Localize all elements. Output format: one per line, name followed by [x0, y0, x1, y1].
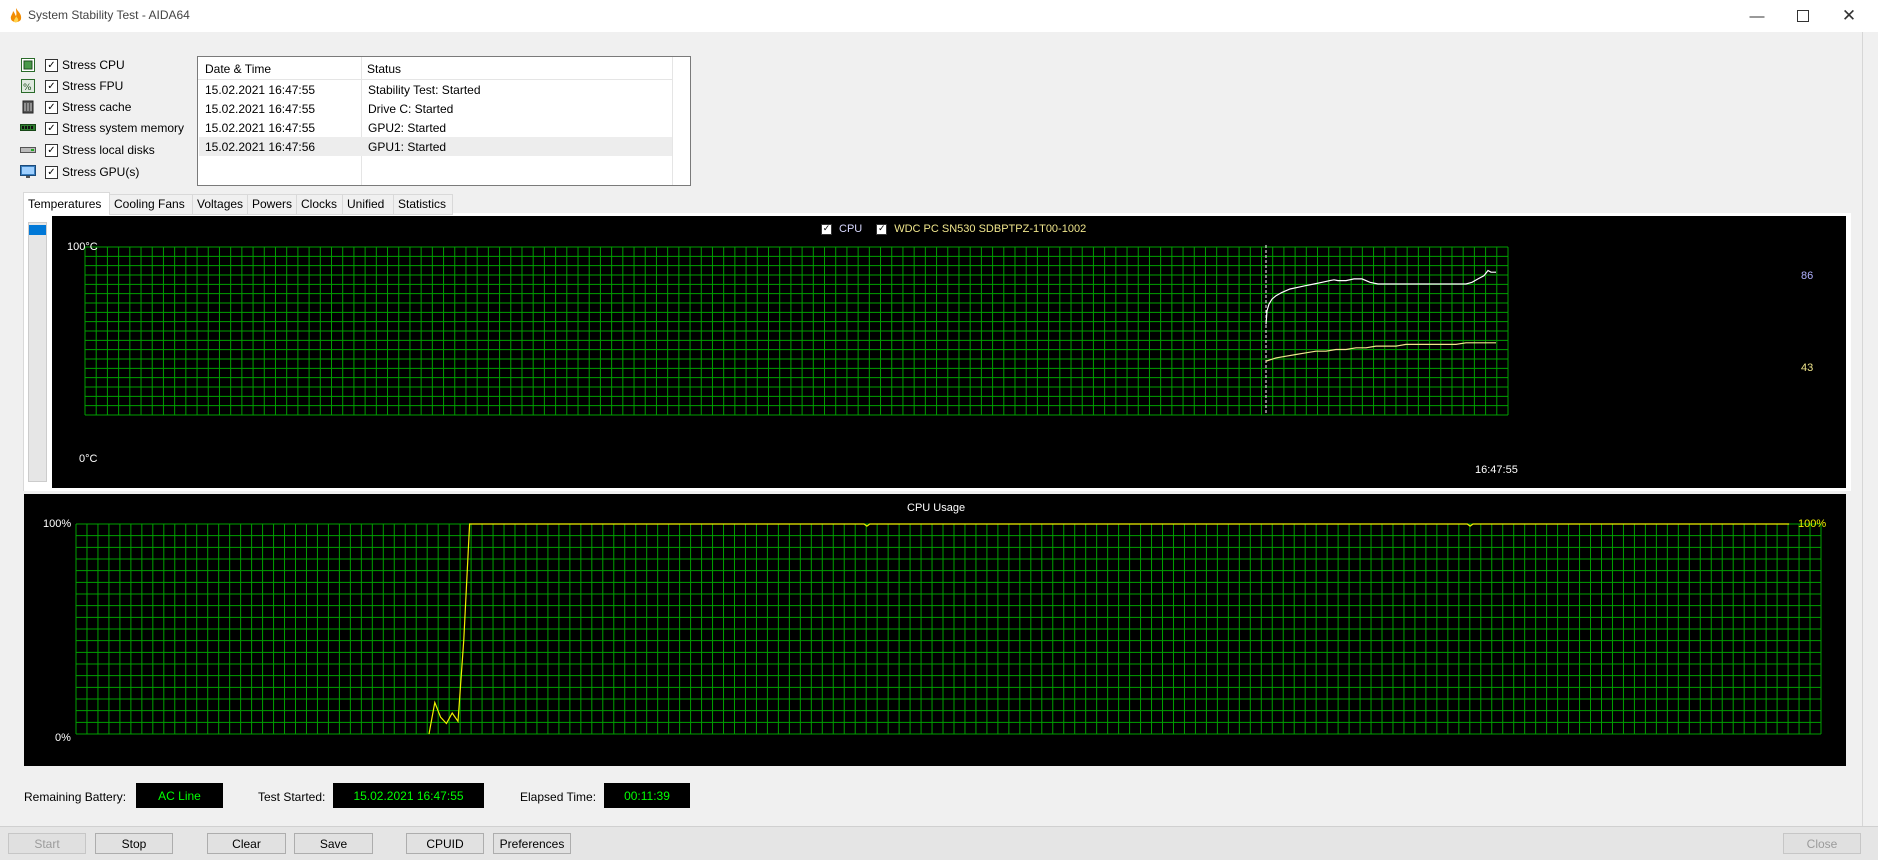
- sensor-scroll-thumb[interactable]: [29, 225, 46, 235]
- stress-memory-label: Stress system memory: [62, 121, 185, 135]
- elapsed-time-label: Elapsed Time:: [520, 790, 597, 804]
- log-status: GPU2: Started: [368, 121, 447, 135]
- cpu-temp-value-label: 86: [1801, 270, 1814, 282]
- window-title: System Stability Test - AIDA64: [28, 8, 190, 22]
- preferences-button[interactable]: Preferences: [493, 833, 571, 854]
- tab-clocks[interactable]: Clocks: [296, 194, 344, 215]
- log-datetime: 15.02.2021 16:47:56: [205, 140, 316, 154]
- tab-cooling-fans[interactable]: Cooling Fans: [109, 194, 193, 215]
- temp-time-label: 16:47:55: [1475, 464, 1518, 476]
- log-datetime: 15.02.2021 16:47:55: [205, 83, 316, 97]
- log-status: Stability Test: Started: [368, 83, 481, 97]
- remaining-battery-value: AC Line: [136, 783, 223, 808]
- stress-fpu-option[interactable]: % ✓ Stress FPU: [20, 77, 123, 95]
- stress-gpu-option[interactable]: ✓ Stress GPU(s): [20, 163, 139, 181]
- maximize-button[interactable]: [1780, 0, 1826, 32]
- tab-statistics[interactable]: Statistics: [393, 194, 453, 215]
- minimize-button[interactable]: —: [1734, 0, 1780, 32]
- clear-button[interactable]: Clear: [207, 833, 286, 854]
- stress-disks-label: Stress local disks: [62, 143, 155, 157]
- log-datetime: 15.02.2021 16:47:55: [205, 102, 316, 116]
- minimize-icon: —: [1749, 7, 1765, 25]
- log-scroll-divider: [672, 57, 673, 185]
- stress-fpu-checkbox[interactable]: ✓: [45, 79, 58, 93]
- log-datetime: 15.02.2021 16:47:55: [205, 121, 316, 135]
- sensor-scrollbar[interactable]: [28, 222, 47, 482]
- cpuid-button[interactable]: CPUID: [406, 833, 484, 854]
- stress-cpu-option[interactable]: ✓ Stress CPU: [20, 56, 125, 74]
- window-divider: [1862, 32, 1863, 826]
- stress-cpu-checkbox[interactable]: ✓: [45, 58, 58, 72]
- stress-memory-option[interactable]: ✓ Stress system memory: [20, 119, 184, 137]
- stop-button[interactable]: Stop: [95, 833, 173, 854]
- test-started-label: Test Started:: [258, 790, 326, 804]
- log-status: Drive C: Started: [368, 102, 454, 116]
- title-bar: System Stability Test - AIDA64 — ✕: [0, 0, 1878, 32]
- temperature-graph: ✓ CPU ✓ WDC PC SN530 SDBPTPZ-1T00-1002 1…: [52, 216, 1846, 488]
- remaining-battery-label: Remaining Battery:: [24, 790, 127, 804]
- memory-icon: [20, 121, 36, 135]
- disk-temp-value-label: 43: [1801, 362, 1814, 374]
- disk-icon: [20, 143, 36, 157]
- cpu-temperature-line: [1265, 269, 1496, 325]
- usage-y-min-label: 0%: [55, 732, 71, 744]
- stress-cpu-label: Stress CPU: [62, 58, 125, 72]
- column-header-status[interactable]: Status: [367, 62, 401, 76]
- legend-cpu-label: CPU: [839, 223, 863, 235]
- cache-icon: [20, 100, 36, 114]
- close-button[interactable]: Close: [1783, 833, 1861, 854]
- legend-disk-label: WDC PC SN530 SDBPTPZ-1T00-1002: [894, 223, 1087, 235]
- gpu-icon: [20, 165, 36, 179]
- close-window-button[interactable]: ✕: [1826, 0, 1872, 32]
- log-row[interactable]: 15.02.2021 16:47:55 Stability Test: Star…: [199, 80, 672, 99]
- aida64-flame-icon: [10, 8, 22, 23]
- log-header: Date & Time Status: [198, 57, 672, 80]
- cpu-usage-graph: CPU Usage 100% 0% 100%: [24, 494, 1846, 766]
- stress-cache-label: Stress cache: [62, 100, 132, 114]
- log-row[interactable]: 15.02.2021 16:47:55 Drive C: Started: [199, 99, 672, 118]
- cpu-usage-plot: [75, 523, 1822, 735]
- test-started-value: 15.02.2021 16:47:55: [333, 783, 484, 808]
- stress-disks-checkbox[interactable]: ✓: [45, 143, 58, 157]
- temperature-plot: [84, 245, 1509, 416]
- save-button[interactable]: Save: [294, 833, 373, 854]
- stress-fpu-label: Stress FPU: [62, 79, 124, 93]
- svg-text:%: %: [23, 83, 32, 93]
- start-button[interactable]: Start: [8, 833, 86, 854]
- tab-temperatures[interactable]: Temperatures: [23, 192, 110, 215]
- tab-unified[interactable]: Unified: [342, 194, 394, 215]
- stress-cache-option[interactable]: ✓ Stress cache: [20, 98, 131, 116]
- tab-voltages[interactable]: Voltages: [192, 194, 248, 215]
- column-header-datetime[interactable]: Date & Time: [205, 62, 271, 76]
- disk-temperature-line: [1265, 342, 1496, 362]
- temp-y-min-label: 0°C: [79, 453, 98, 465]
- tab-powers[interactable]: Powers: [247, 194, 297, 215]
- stress-cache-checkbox[interactable]: ✓: [45, 100, 58, 114]
- stress-memory-checkbox[interactable]: ✓: [45, 121, 58, 135]
- cpu-icon: [20, 58, 36, 72]
- usage-value-label: 100%: [1798, 518, 1827, 530]
- log-row-selected[interactable]: 15.02.2021 16:47:56 GPU1: Started: [199, 137, 672, 156]
- stress-gpu-checkbox[interactable]: ✓: [45, 165, 58, 179]
- elapsed-time-value: 00:11:39: [604, 783, 690, 808]
- temperature-legend: ✓ CPU ✓ WDC PC SN530 SDBPTPZ-1T00-1002: [821, 223, 1086, 235]
- log-row[interactable]: 15.02.2021 16:47:55 GPU2: Started: [199, 118, 672, 137]
- cpu-usage-title: CPU Usage: [907, 502, 966, 514]
- close-icon: ✕: [1841, 6, 1857, 25]
- stress-disks-option[interactable]: ✓ Stress local disks: [20, 141, 155, 159]
- maximize-icon: [1797, 10, 1809, 22]
- usage-y-max-label: 100%: [43, 518, 72, 530]
- stress-gpu-label: Stress GPU(s): [62, 165, 140, 179]
- event-log-list[interactable]: Date & Time Status 15.02.2021 16:47:55 S…: [197, 56, 691, 186]
- log-status: GPU1: Started: [368, 140, 447, 154]
- legend-disk-checkbox[interactable]: ✓: [876, 223, 888, 235]
- legend-cpu-checkbox[interactable]: ✓: [821, 223, 832, 235]
- temp-y-max-label: 100°C: [67, 241, 98, 253]
- fpu-icon: %: [20, 79, 36, 93]
